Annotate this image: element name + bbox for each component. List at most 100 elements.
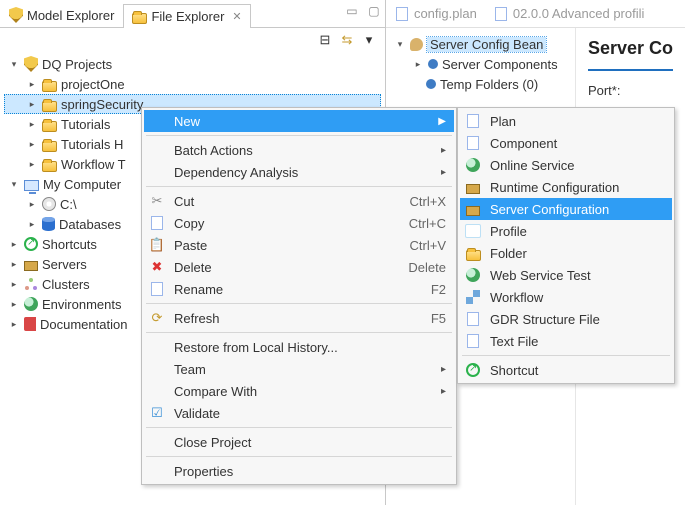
expander-icon[interactable]: ▸ <box>26 198 38 210</box>
menu-separator <box>146 303 452 304</box>
tree-node[interactable]: ▸ Server Components <box>390 54 571 74</box>
minimize-icon[interactable]: ▭ <box>345 4 359 18</box>
expander-icon[interactable]: ▸ <box>26 118 38 130</box>
tab-file-explorer[interactable]: File Explorer ✕ <box>123 4 250 28</box>
menu-item-restore[interactable]: Restore from Local History... <box>144 336 454 358</box>
menu-item-text-file[interactable]: Text File <box>460 330 672 352</box>
menu-item-properties[interactable]: Properties <box>144 460 454 482</box>
submenu-arrow-icon: ▸ <box>441 145 446 156</box>
tree-node-dq-projects[interactable]: ▾ DQ Projects <box>4 54 381 74</box>
menu-separator <box>146 135 452 136</box>
expander-icon[interactable]: ▾ <box>8 178 20 190</box>
menu-label: Close Project <box>174 435 446 450</box>
menu-item-paste[interactable]: 📋 Paste Ctrl+V <box>144 234 454 256</box>
page-icon <box>495 7 507 21</box>
folder-icon <box>42 141 57 152</box>
menu-separator <box>146 427 452 428</box>
shortcut-icon <box>24 237 38 251</box>
menu-item-copy[interactable]: Copy Ctrl+C <box>144 212 454 234</box>
expander-icon[interactable]: ▸ <box>26 138 38 150</box>
database-icon <box>42 217 55 231</box>
blank-icon <box>148 361 166 377</box>
menu-label: Online Service <box>490 158 664 173</box>
tree-label: Clusters <box>42 277 90 292</box>
maximize-icon[interactable]: ▢ <box>367 4 381 18</box>
menu-label: Runtime Configuration <box>490 180 664 195</box>
menu-item-new[interactable]: New ▶ <box>144 110 454 132</box>
expander-icon[interactable]: ▾ <box>8 58 20 70</box>
submenu-arrow-icon: ▸ <box>441 167 446 178</box>
globe-icon <box>24 297 38 311</box>
paste-icon: 📋 <box>148 237 166 253</box>
menu-separator <box>146 456 452 457</box>
menu-item-folder[interactable]: Folder <box>460 242 672 264</box>
menu-item-close-project[interactable]: Close Project <box>144 431 454 453</box>
blank-icon <box>148 339 166 355</box>
menu-item-shortcut[interactable]: Shortcut <box>460 359 672 381</box>
menu-item-web-service-test[interactable]: Web Service Test <box>460 264 672 286</box>
prop-port-label: Port*: <box>588 83 673 98</box>
expander-icon[interactable]: ▾ <box>394 38 406 50</box>
expander-icon[interactable]: ▸ <box>26 158 38 170</box>
server-config-icon <box>464 201 482 217</box>
editor-tab-advanced[interactable]: 02.0.0 Advanced profili <box>495 6 645 21</box>
menu-label: New <box>174 114 420 129</box>
tab-model-explorer[interactable]: Model Explorer <box>0 2 123 27</box>
drive-icon <box>42 197 56 211</box>
expander-icon[interactable]: ▸ <box>412 58 424 70</box>
menu-item-gdr[interactable]: GDR Structure File <box>460 308 672 330</box>
menu-item-delete[interactable]: ✖ Delete Delete <box>144 256 454 278</box>
menu-item-batch[interactable]: Batch Actions ▸ <box>144 139 454 161</box>
tree-node[interactable]: Temp Folders (0) <box>390 74 571 94</box>
menu-item-profile[interactable]: Profile <box>460 220 672 242</box>
shield-icon <box>24 56 38 72</box>
collapse-all-icon[interactable]: ⊟ <box>317 32 333 48</box>
menu-item-validate[interactable]: ☑ Validate <box>144 402 454 424</box>
menu-item-dependency[interactable]: Dependency Analysis ▸ <box>144 161 454 183</box>
copy-icon <box>148 215 166 231</box>
menu-label: Delete <box>174 260 376 275</box>
menu-item-compare[interactable]: Compare With ▸ <box>144 380 454 402</box>
menu-item-online-service[interactable]: Online Service <box>460 154 672 176</box>
menu-label: Web Service Test <box>490 268 664 283</box>
online-service-icon <box>464 157 482 173</box>
expander-icon[interactable]: ▸ <box>26 98 38 110</box>
menu-item-plan[interactable]: Plan <box>460 110 672 132</box>
menu-item-refresh[interactable]: ⟳ Refresh F5 <box>144 307 454 329</box>
menu-label: Dependency Analysis <box>174 165 423 180</box>
link-editor-icon[interactable]: ⇆ <box>339 32 355 48</box>
menu-item-cut[interactable]: ✂ Cut Ctrl+X <box>144 190 454 212</box>
menu-shortcut: F2 <box>431 282 446 297</box>
dot-icon <box>426 79 436 89</box>
cut-icon: ✂ <box>148 193 166 209</box>
menu-label: Batch Actions <box>174 143 423 158</box>
expander-icon[interactable]: ▸ <box>8 278 20 290</box>
expander-icon[interactable]: ▸ <box>8 258 20 270</box>
menu-label: Folder <box>490 246 664 261</box>
folder-icon <box>42 121 57 132</box>
shield-icon <box>9 7 23 23</box>
tree-label: Tutorials H <box>61 137 123 152</box>
editor-tab-config[interactable]: config.plan <box>396 6 477 21</box>
menu-item-server-config[interactable]: Server Configuration <box>460 198 672 220</box>
menu-item-rename[interactable]: Rename F2 <box>144 278 454 300</box>
menu-label: Restore from Local History... <box>174 340 446 355</box>
expander-icon[interactable]: ▸ <box>8 298 20 310</box>
menu-item-workflow[interactable]: Workflow <box>460 286 672 308</box>
expander-icon[interactable]: ▸ <box>8 318 20 330</box>
menu-item-team[interactable]: Team ▸ <box>144 358 454 380</box>
text-file-icon <box>464 333 482 349</box>
menu-item-runtime-config[interactable]: Runtime Configuration <box>460 176 672 198</box>
web-test-icon <box>464 267 482 283</box>
folder-icon <box>464 245 482 261</box>
tree-node[interactable]: ▸ projectOne <box>4 74 381 94</box>
close-icon[interactable]: ✕ <box>232 10 241 23</box>
expander-icon[interactable]: ▸ <box>26 78 38 90</box>
menu-item-component[interactable]: Component <box>460 132 672 154</box>
tree-node-root[interactable]: ▾ Server Config Bean <box>390 34 571 54</box>
expander-icon[interactable]: ▸ <box>26 218 38 230</box>
view-menu-icon[interactable]: ▾ <box>361 32 377 48</box>
submenu-arrow-icon: ▸ <box>441 386 446 397</box>
expander-icon[interactable]: ▸ <box>8 238 20 250</box>
blank-icon <box>148 434 166 450</box>
